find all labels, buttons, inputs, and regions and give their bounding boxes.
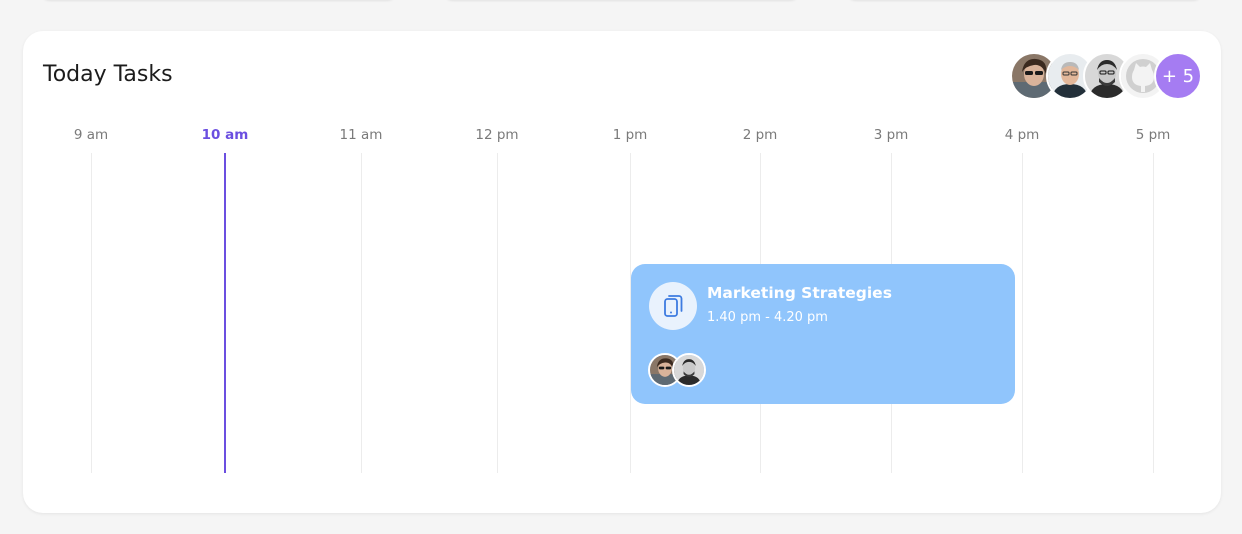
tablet-icon [649, 282, 697, 330]
current-time-line [224, 153, 226, 473]
hour-gridline-4pm [1022, 153, 1023, 473]
task-avatar-person-3[interactable] [672, 353, 706, 387]
task-card-marketing-strategies[interactable]: Marketing Strategies 1.40 pm - 4.20 pm [631, 264, 1015, 404]
hour-label-3pm: 3 pm [873, 127, 909, 143]
task-title: Marketing Strategies [707, 284, 892, 302]
hour-gridline-11am [361, 153, 362, 473]
hour-label-11am: 11 am [339, 127, 383, 143]
today-tasks-card: Today Tasks + 5 9 am 10 am 11 am 12 pm 1… [23, 31, 1221, 513]
hour-label-1pm: 1 pm [612, 127, 648, 143]
more-members-badge[interactable]: + 5 [1154, 52, 1202, 100]
hour-label-4pm: 4 pm [1004, 127, 1040, 143]
hour-label-2pm: 2 pm [742, 127, 778, 143]
hour-label-12pm: 12 pm [475, 127, 519, 143]
hour-label-9am: 9 am [73, 127, 109, 143]
task-time: 1.40 pm - 4.20 pm [707, 310, 828, 325]
hour-gridline-12pm [497, 153, 498, 473]
hour-gridline-5pm [1153, 153, 1154, 473]
hour-label-10am: 10 am [201, 127, 249, 143]
hour-label-5pm: 5 pm [1135, 127, 1171, 143]
day-timeline: 9 am 10 am 11 am 12 pm 1 pm 2 pm 3 pm 4 … [23, 31, 1221, 513]
hour-gridline-9am [91, 153, 92, 473]
